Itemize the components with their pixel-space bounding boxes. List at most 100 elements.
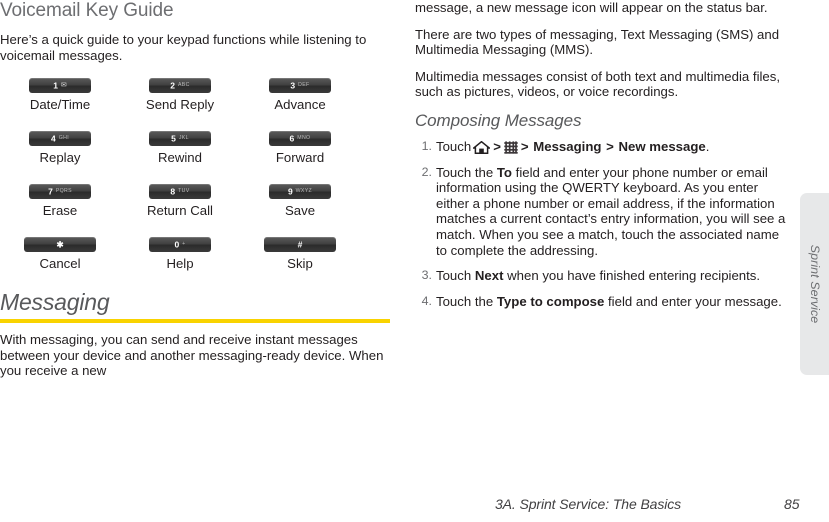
key-function-label: Send Reply xyxy=(145,97,215,113)
keypad-entry-3: 3 DEF Advance xyxy=(240,77,360,113)
left-column: Voicemail Key Guide Here’s a quick guide… xyxy=(0,0,390,390)
keypad-row: 4 GHI Replay 5 JKL Rewind 6 MNO Forward xyxy=(0,130,360,166)
manual-page: Voicemail Key Guide Here’s a quick guide… xyxy=(0,0,829,522)
key-function-label: Help xyxy=(166,256,194,272)
key-cap-5: 5 JKL xyxy=(149,131,211,147)
key-digit: 4 xyxy=(50,133,56,144)
field-label-to: To xyxy=(496,164,512,180)
keypad-row: ✱ Cancel 0 + Help # Skip xyxy=(0,236,360,272)
key-cap-4: 4 GHI xyxy=(29,131,91,147)
page-footer: 3A. Sprint Service: The Basics 85 xyxy=(0,496,829,514)
step-text-prefix: Touch xyxy=(436,138,472,154)
chapter-title: Messaging xyxy=(0,289,110,316)
step-item-1: 1. Touch > > Messaging > New message. xyxy=(415,139,790,155)
step-text-rest: when you have finished entering recipien… xyxy=(507,268,761,284)
page-title: Voicemail Key Guide xyxy=(0,0,174,21)
key-cap-6: 6 MNO xyxy=(269,131,331,147)
field-label-type-to-compose: Type to compose xyxy=(496,293,605,309)
keypad-row: 7 PQRS Erase 8 TUV Return Call 9 WXYZ Save xyxy=(0,183,360,219)
intro-paragraph: Here’s a quick guide to your keypad func… xyxy=(0,32,367,63)
menu-label-messaging: Messaging xyxy=(533,138,602,154)
footer-chapter-title: 3A. Sprint Service: The Basics xyxy=(495,496,682,512)
key-letters: PQRS xyxy=(55,188,72,195)
keypad-entry-5: 5 JKL Rewind xyxy=(120,130,240,166)
step-item-4: 4. Touch the Type to compose field and en… xyxy=(415,294,790,310)
step-text-rest: field and enter your message. xyxy=(608,293,782,309)
button-label-next: Next xyxy=(474,268,504,284)
step-number: 2. xyxy=(421,164,432,179)
key-digit: 3 xyxy=(290,80,296,91)
keypad-entry-0: 0 + Help xyxy=(120,236,240,272)
key-letters: GHI xyxy=(58,135,69,142)
keypad-entry-4: 4 GHI Replay xyxy=(0,130,120,166)
key-cap-0: 0 + xyxy=(149,237,211,253)
messaging-types-paragraph: There are two types of messaging, Text M… xyxy=(415,26,780,58)
messaging-paragraph: With messaging, you can send and receive… xyxy=(0,332,384,379)
key-cap-7: 7 PQRS xyxy=(29,184,91,200)
gold-rule-divider xyxy=(0,319,390,324)
keypad-entry-1: 1 ✉ Date/Time xyxy=(0,77,120,113)
step-separator: > xyxy=(493,138,501,154)
key-function-label: Save xyxy=(284,203,316,219)
keypad-entry-2: 2 ABC Send Reply xyxy=(120,77,240,113)
key-function-label: Rewind xyxy=(158,150,202,166)
keypad-entry-pound: # Skip xyxy=(240,236,360,272)
key-cap-star: ✱ xyxy=(24,237,96,253)
step-text-prefix: Touch xyxy=(436,268,472,284)
step-suffix: . xyxy=(705,138,710,154)
right-column: message, a new message icon will appear … xyxy=(415,0,790,319)
key-function-label: Date/Time xyxy=(29,97,91,113)
key-letters: + xyxy=(182,241,186,248)
key-digit: 1 xyxy=(53,80,58,91)
keypad-row: 1 ✉ Date/Time 2 ABC Send Reply 3 DEF Advanc… xyxy=(0,77,360,113)
step-number: 4. xyxy=(421,293,432,308)
key-digit: 5 xyxy=(171,133,176,144)
key-digit: 0 xyxy=(174,239,180,250)
keypad-entry-star: ✱ Cancel xyxy=(0,236,120,272)
continued-paragraph: message, a new message icon will appear … xyxy=(415,0,768,15)
envelope-icon: ✉ xyxy=(60,82,67,90)
key-letters: MNO xyxy=(297,135,311,142)
key-digit: 6 xyxy=(289,133,295,144)
key-letters: TUV xyxy=(178,188,190,195)
composing-messages-steps: 1. Touch > > Messaging > New message. 2. Tou… xyxy=(415,139,790,309)
step-separator: > xyxy=(520,138,529,154)
composing-messages-title: Composing Messages xyxy=(415,110,582,130)
key-digit: 9 xyxy=(287,186,293,197)
key-digit: 7 xyxy=(48,186,53,197)
key-digit: 8 xyxy=(170,186,176,197)
key-function-label: Return Call xyxy=(147,203,213,219)
key-cap-pound: # xyxy=(264,237,336,253)
step-text-prefix: Touch the xyxy=(436,293,494,309)
key-cap-8: 8 TUV xyxy=(149,184,211,200)
menu-label-new-message: New message xyxy=(618,138,706,154)
footer-page-number: 85 xyxy=(784,496,800,512)
step-item-3: 3. Touch Next when you have finished ente… xyxy=(415,268,790,284)
key-letters: ABC xyxy=(178,82,190,89)
keypad-entry-9: 9 WXYZ Save xyxy=(240,183,360,219)
key-cap-3: 3 DEF xyxy=(269,78,331,94)
step-number: 1. xyxy=(421,138,432,153)
step-item-2: 2. Touch the To field and enter your phon… xyxy=(415,165,790,259)
key-letters: DEF xyxy=(298,82,310,89)
key-cap-1: 1 ✉ xyxy=(29,78,91,94)
section-thumb-tab: Sprint Service xyxy=(800,193,829,375)
key-function-label: Forward xyxy=(275,150,325,166)
step-number: 3. xyxy=(421,268,432,283)
keypad-entry-6: 6 MNO Forward xyxy=(240,130,360,166)
key-digit: 2 xyxy=(170,80,175,91)
key-cap-9: 9 WXYZ xyxy=(269,184,331,200)
key-cap-2: 2 ABC xyxy=(149,78,211,94)
step-text-prefix: Touch the xyxy=(436,164,494,180)
home-icon xyxy=(473,140,491,154)
step-separator: > xyxy=(606,138,614,154)
key-letters: JKL xyxy=(178,135,189,142)
key-digit: ✱ xyxy=(56,239,64,250)
key-function-label: Replay xyxy=(39,150,81,166)
key-function-label: Skip xyxy=(287,256,313,272)
keypad-entry-8: 8 TUV Return Call xyxy=(120,183,240,219)
key-letters: WXYZ xyxy=(295,188,313,195)
section-thumb-tab-label: Sprint Service xyxy=(807,244,822,324)
key-function-label: Erase xyxy=(42,203,78,219)
key-digit: # xyxy=(297,239,303,250)
